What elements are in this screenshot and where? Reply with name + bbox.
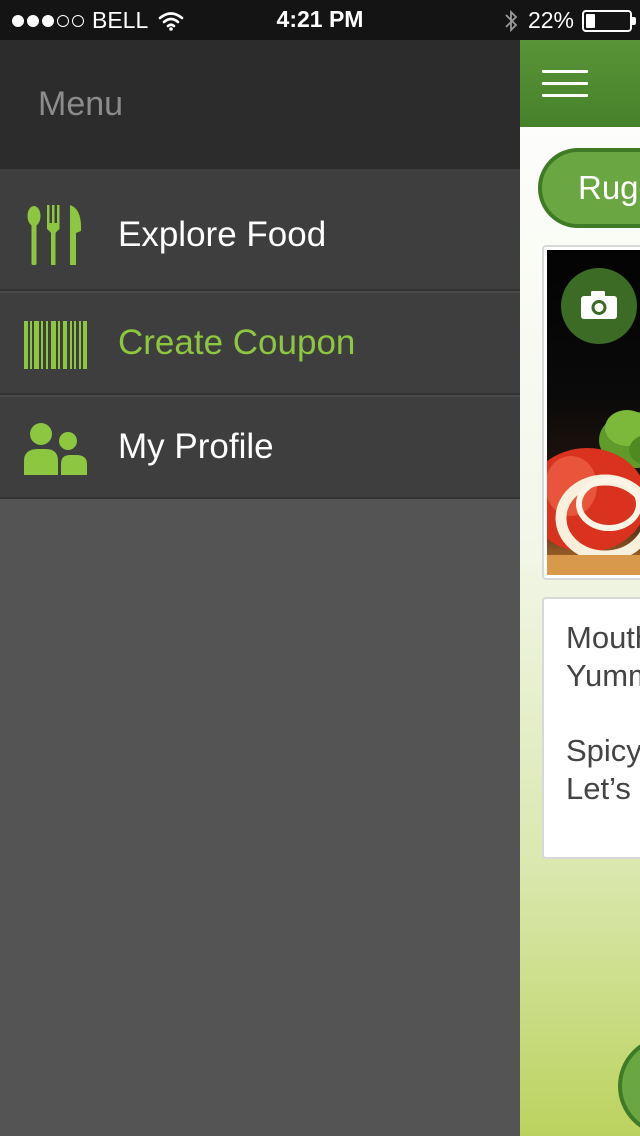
menu-item-label: My Profile bbox=[118, 427, 274, 466]
nav-bar bbox=[520, 40, 640, 127]
main-screen-peek[interactable]: Rugg M bbox=[520, 40, 640, 1136]
description-paragraph-2: Spicy Let’s bbox=[566, 732, 640, 808]
description-paragraph-1: Mouth Yumm bbox=[566, 619, 640, 695]
menu-item-label: Create Coupon bbox=[118, 323, 356, 362]
description-card: Mouth Yumm Spicy Let’s bbox=[542, 597, 640, 859]
side-menu: Menu Explore Food Create Coupon My Profi… bbox=[0, 40, 520, 1136]
round-action-button[interactable] bbox=[618, 1036, 640, 1136]
status-bar: BELL 4:21 PM 22% bbox=[0, 0, 640, 40]
hamburger-line bbox=[542, 94, 588, 97]
status-right: 22% bbox=[504, 7, 636, 34]
description-line: Yumm bbox=[566, 658, 640, 693]
menu-item-create-coupon[interactable]: Create Coupon bbox=[0, 291, 520, 395]
menu-item-label: Explore Food bbox=[118, 215, 327, 254]
category-pill-button[interactable]: Rugg bbox=[538, 148, 640, 228]
description-line: Mouth bbox=[566, 620, 640, 655]
camera-button[interactable] bbox=[561, 268, 637, 344]
battery-fill bbox=[586, 13, 596, 28]
fork-knife-spoon-icon bbox=[27, 205, 82, 265]
barcode-icon bbox=[24, 321, 87, 369]
menu-toggle-button[interactable] bbox=[542, 70, 588, 98]
menu-header: Menu bbox=[0, 40, 520, 169]
menu-title: Menu bbox=[38, 85, 124, 123]
battery-icon bbox=[582, 9, 636, 32]
people-icon bbox=[24, 423, 87, 475]
menu-item-explore-food[interactable]: Explore Food bbox=[0, 169, 520, 291]
food-photo-card bbox=[542, 245, 640, 580]
hamburger-line bbox=[542, 70, 588, 73]
description-line: Spicy bbox=[566, 733, 640, 768]
menu-list: Explore Food Create Coupon My Profile bbox=[0, 169, 520, 499]
menu-item-my-profile[interactable]: My Profile bbox=[0, 395, 520, 499]
description-line: Let’s bbox=[566, 771, 631, 806]
food-photo bbox=[547, 250, 640, 575]
bluetooth-icon bbox=[505, 9, 518, 32]
hamburger-line bbox=[542, 82, 588, 85]
battery-percent: 22% bbox=[527, 7, 574, 33]
camera-icon bbox=[581, 291, 617, 319]
